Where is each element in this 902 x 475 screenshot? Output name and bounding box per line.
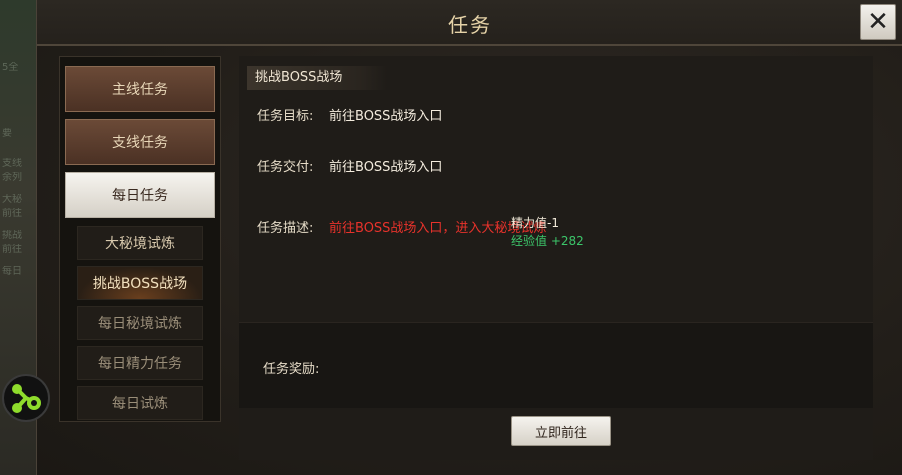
goal-value: 前往BOSS战场入口 <box>329 109 443 124</box>
panel-title: 任务 <box>448 13 492 37</box>
tab-main-quest[interactable]: 主线任务 <box>65 66 215 112</box>
goal-label: 任务目标: <box>257 109 314 124</box>
quest-panel: 任务 ✕ 主线任务 支线任务 每日任务 大秘境试炼 挑战BOSS战场 每日秘境试… <box>36 0 902 475</box>
sub-item-secret-realm[interactable]: 大秘境试炼 <box>77 226 203 260</box>
tab-side-quest[interactable]: 支线任务 <box>65 119 215 165</box>
submit-value: 前往BOSS战场入口 <box>329 160 443 175</box>
molecule-icon <box>12 384 41 413</box>
tab-daily-quest[interactable]: 每日任务 <box>65 172 215 218</box>
background-text: 前往 <box>2 244 22 255</box>
sub-item-daily-stamina[interactable]: 每日精力任务 <box>77 346 203 380</box>
background-text: 大秘 <box>2 194 22 205</box>
reward-box <box>239 322 873 408</box>
exp-gain: 经验值 +282 <box>511 234 584 248</box>
background-text: 每日 <box>2 266 22 277</box>
sub-item-boss-battle[interactable]: 挑战BOSS战场 <box>77 266 203 300</box>
quest-title: 挑战BOSS战场 <box>247 66 387 90</box>
background-text: 挑战 <box>2 230 22 241</box>
title-bar: 任务 <box>37 0 902 46</box>
reward-label: 任务奖励: <box>263 362 320 377</box>
background-text: 5全 <box>2 62 19 73</box>
close-button[interactable]: ✕ <box>860 4 896 40</box>
background-text: 余列 <box>2 172 22 183</box>
background-text: 要 <box>2 128 12 139</box>
go-now-button[interactable]: 立即前往 <box>511 416 611 446</box>
sub-item-daily-trial[interactable]: 每日试炼 <box>77 386 203 420</box>
background-text: 支线 <box>2 158 22 169</box>
close-icon: ✕ <box>867 7 889 37</box>
skill-button[interactable] <box>2 374 50 422</box>
stamina-change: 精力值-1 <box>511 216 559 230</box>
submit-label: 任务交付: <box>257 160 314 175</box>
sub-item-daily-realm[interactable]: 每日秘境试炼 <box>77 306 203 340</box>
background-text: 前往 <box>2 208 22 219</box>
desc-label: 任务描述: <box>257 221 314 236</box>
